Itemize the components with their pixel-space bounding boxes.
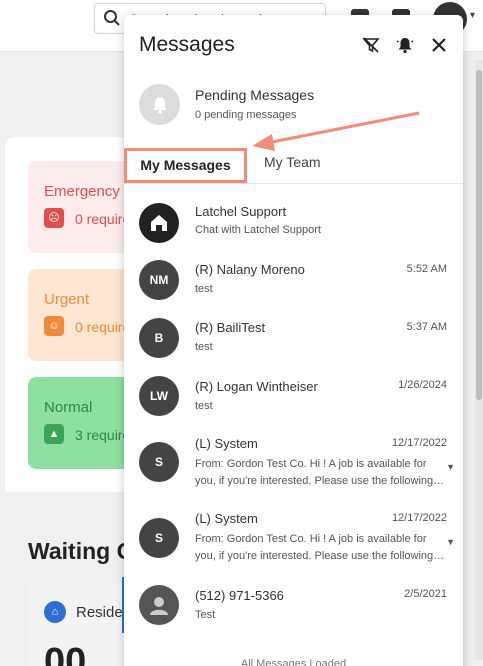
all-messages-loaded: All Messages Loaded xyxy=(240,658,347,666)
message-preview: From: Gordon Test Co. Hi ! A job is avai… xyxy=(195,533,434,562)
message-preview: test xyxy=(195,400,213,412)
residents-count: 00 xyxy=(44,641,87,666)
message-sender: (R) Logan Wintheiser xyxy=(195,379,318,394)
message-preview: From: Gordon Test Co. Hi ! A job is avai… xyxy=(195,458,434,487)
messages-panel: Messages Pending Messages 0 pending mess… xyxy=(124,15,463,666)
message-avatar: NM xyxy=(139,260,179,300)
message-time: 5:52 AM xyxy=(406,263,447,275)
message-sender: (L) System xyxy=(195,511,258,526)
search-icon xyxy=(104,10,120,26)
message-avatar: B xyxy=(139,318,179,358)
urgent-card[interactable]: Urgent ☺ 0 requires xyxy=(28,269,138,361)
tabs-divider xyxy=(124,183,463,184)
tab-my-messages[interactable]: My Messages xyxy=(124,148,247,183)
message-avatar: LW xyxy=(139,376,179,416)
chevron-down-icon[interactable]: ▾ xyxy=(470,10,475,21)
person-icon xyxy=(139,585,179,625)
tab-my-team[interactable]: My Team xyxy=(264,154,321,170)
message-sender: (R) Nalany Moreno xyxy=(195,262,305,277)
emergency-title: Emergency xyxy=(44,183,120,200)
emergency-icon: ☹ xyxy=(44,208,64,228)
message-preview: test xyxy=(195,341,213,353)
message-preview: Test xyxy=(195,609,216,621)
emergency-card[interactable]: Emergency ☹ 0 requires xyxy=(28,161,138,253)
message-avatar: S xyxy=(139,518,179,558)
message-preview: test xyxy=(195,283,213,295)
message-time: 12/17/2022 xyxy=(391,437,447,449)
normal-title: Normal xyxy=(44,399,93,416)
message-preview: Chat with Latchel Support xyxy=(195,224,321,236)
urgent-title: Urgent xyxy=(44,291,90,308)
message-avatar: S xyxy=(139,442,179,482)
home-icon: ⌂ xyxy=(44,601,66,623)
scrollbar-thumb[interactable] xyxy=(476,70,482,400)
chevron-down-icon[interactable]: ▼ xyxy=(446,462,455,472)
chevron-down-icon[interactable]: ▼ xyxy=(446,537,455,547)
normal-icon: ▲ xyxy=(44,424,64,444)
message-time: 2/5/2021 xyxy=(404,588,447,600)
normal-card[interactable]: Normal ▲ 3 requires xyxy=(28,377,138,469)
message-time: 12/17/2022 xyxy=(391,512,447,524)
message-time: 1/26/2024 xyxy=(398,379,447,391)
message-sender: Latchel Support xyxy=(195,204,287,219)
message-sender: (512) 971-5366 xyxy=(195,588,284,603)
message-sender: (L) System xyxy=(195,436,258,451)
latchel-logo-icon xyxy=(139,203,179,243)
urgent-icon: ☺ xyxy=(44,316,64,336)
message-time: 5:37 AM xyxy=(406,321,447,333)
message-sender: (R) BailiTest xyxy=(195,320,266,335)
